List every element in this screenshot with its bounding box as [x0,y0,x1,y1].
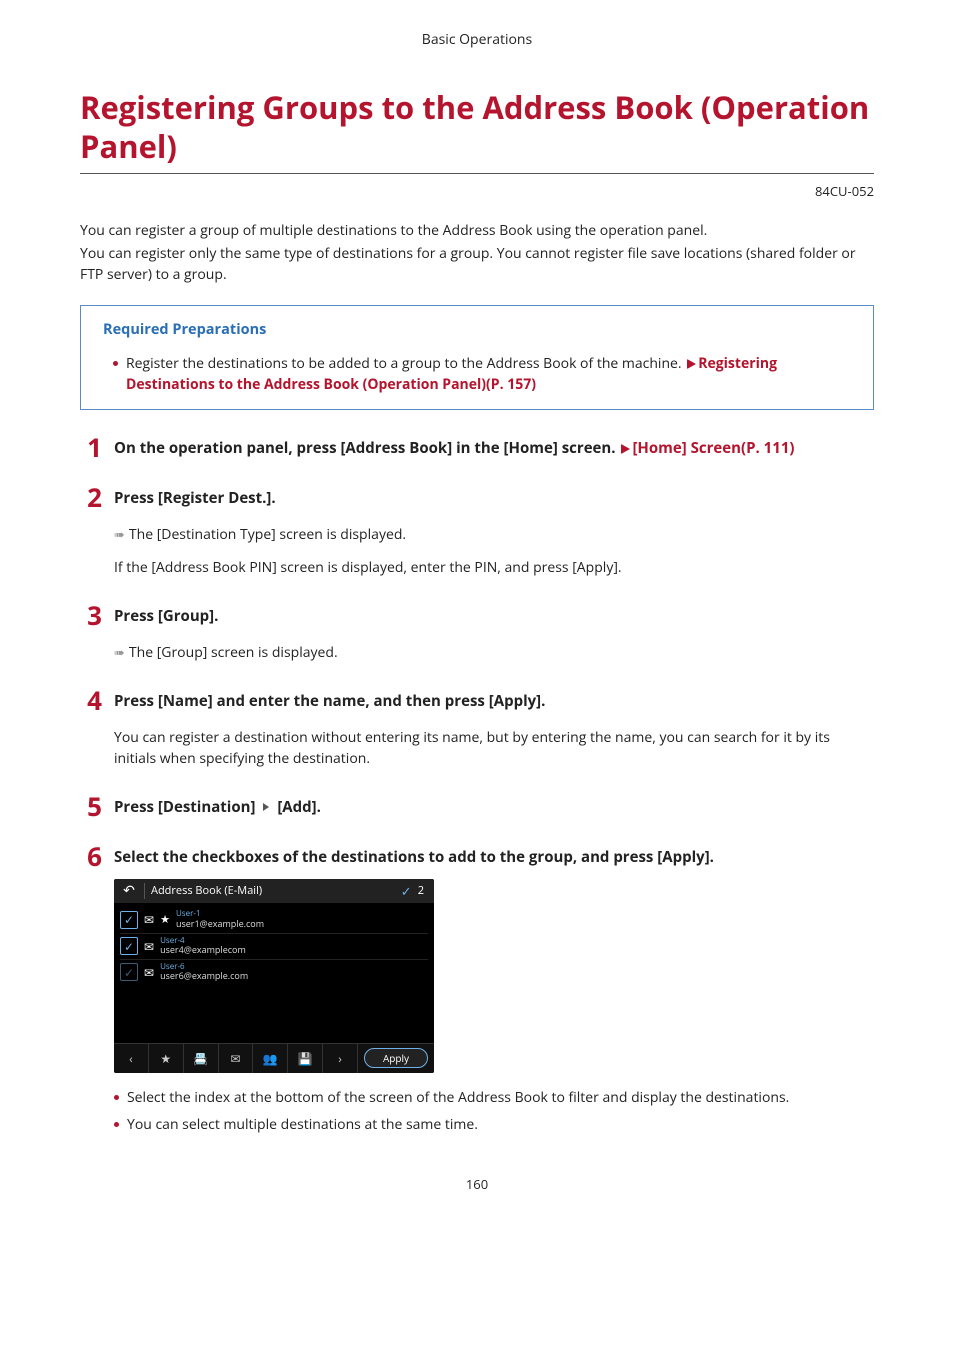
checkbox-icon[interactable]: ✓ [120,963,138,981]
step-3: 3 Press [Group]. ➠The [Group] screen is … [80,602,874,663]
row-email: user1@example.com [176,919,264,929]
prep-item-pre: Register the destinations to be added to… [126,354,685,373]
device-screenshot: ↶ Address Book (E-Mail) ✓ 2 ✓ ✉ ★ User-1… [114,879,874,1073]
step-title: Select the checkboxes of the destination… [114,843,874,869]
play-icon [687,359,696,369]
step-number: 5 [80,793,102,819]
step-number: 2 [80,484,102,510]
device-titlebar: ↶ Address Book (E-Mail) ✓ 2 [114,879,434,903]
row-email: user4@examplecom [160,945,246,955]
selected-count: 2 [418,883,424,898]
apply-button[interactable]: Apply [364,1048,428,1068]
prep-item: Register the destinations to be added to… [103,353,855,395]
list-item[interactable]: ✓ ✉ ★ User-1 user1@example.com [120,907,428,933]
step-2-result-text: The [Destination Type] screen is display… [129,525,406,544]
required-preparations-box: Required Preparations Register the desti… [80,305,874,410]
row-email: user6@example.com [160,971,248,981]
list-item[interactable]: ✓ ✉ User-6 user6@example.com [120,959,428,985]
step-5-title-b: [Add]. [277,797,321,817]
step-title: Press [Name] and enter the name, and the… [114,687,874,713]
step-5: 5 Press [Destination] [Add]. [80,793,874,819]
step-number: 1 [80,434,102,460]
step-1-link-text: [Home] Screen(P. 111) [632,438,794,458]
step-title: Press [Group]. [114,602,874,628]
bullet-icon [114,1122,119,1127]
step-6-bullet: Select the index at the bottom of the sc… [114,1087,874,1108]
step-6-bullet-1-text: Select the index at the bottom of the sc… [127,1087,789,1108]
bullet-icon [114,1095,119,1100]
required-preparations-title: Required Preparations [103,320,855,339]
filter-fax-icon[interactable]: 📇 [184,1044,219,1073]
filter-favorites-icon[interactable]: ★ [149,1044,184,1073]
step-6-bullet-2-text: You can select multiple destinations at … [127,1114,478,1135]
step-6: 6 Select the checkboxes of the destinati… [80,843,874,1135]
step-number: 4 [80,687,102,713]
sequence-arrow-icon [263,803,269,811]
prep-item-text: Register the destinations to be added to… [126,353,855,395]
step-2: 2 Press [Register Dest.]. ➠The [Destinat… [80,484,874,578]
back-icon[interactable]: ↶ [120,881,138,900]
checkbox-icon[interactable]: ✓ [120,911,138,929]
step-2-note: If the [Address Book PIN] screen is disp… [114,557,874,578]
step-3-result-text: The [Group] screen is displayed. [129,643,338,662]
mail-icon: ✉ [144,964,154,981]
intro-paragraph-1: You can register a group of multiple des… [80,220,874,241]
star-icon: ★ [160,912,170,927]
step-number: 3 [80,602,102,628]
list-item[interactable]: ✓ ✉ User-4 user4@examplecom [120,933,428,959]
nav-prev-icon[interactable]: ‹ [114,1044,149,1073]
play-icon [621,444,630,454]
step-title: On the operation panel, press [Address B… [114,434,874,460]
page-number: 160 [80,1175,874,1193]
device-title: Address Book (E-Mail) [151,883,401,898]
divider [144,883,145,899]
document-code: 84CU-052 [80,182,874,200]
page-title: Registering Groups to the Address Book (… [80,89,874,167]
step-4-note: You can register a destination without e… [114,727,874,769]
step-5-title-a: Press [Destination] [114,797,256,817]
check-icon: ✓ [401,882,412,900]
step-number: 6 [80,843,102,869]
step-title: Press [Register Dest.]. [114,484,874,510]
result-arrow-icon: ➠ [114,643,125,661]
result-arrow-icon: ➠ [114,525,125,543]
nav-next-icon[interactable]: › [323,1044,358,1073]
mail-icon: ✉ [144,911,154,928]
step-1-link[interactable]: [Home] Screen(P. 111) [619,438,794,458]
device-list: ✓ ✉ ★ User-1 user1@example.com ✓ ✉ User-… [114,903,434,1043]
step-2-result: ➠The [Destination Type] screen is displa… [114,524,874,545]
mail-icon: ✉ [144,938,154,955]
filter-mail-icon[interactable]: ✉ [219,1044,254,1073]
intro-block: You can register a group of multiple des… [80,220,874,285]
filter-group-icon[interactable]: 👥 [253,1044,288,1073]
title-divider [80,173,874,174]
filter-save-icon[interactable]: 💾 [288,1044,323,1073]
step-6-bullet: You can select multiple destinations at … [114,1114,874,1135]
step-1: 1 On the operation panel, press [Address… [80,434,874,460]
page-section-header: Basic Operations [80,30,874,49]
step-3-result: ➠The [Group] screen is displayed. [114,642,874,663]
checkbox-icon[interactable]: ✓ [120,937,138,955]
step-4: 4 Press [Name] and enter the name, and t… [80,687,874,769]
bullet-icon [113,361,118,366]
intro-paragraph-2: You can register only the same type of d… [80,243,874,285]
step-1-title-pre: On the operation panel, press [Address B… [114,438,619,458]
device-bottom-bar: ‹ ★ 📇 ✉ 👥 💾 › Apply [114,1043,434,1073]
step-title: Press [Destination] [Add]. [114,793,874,819]
